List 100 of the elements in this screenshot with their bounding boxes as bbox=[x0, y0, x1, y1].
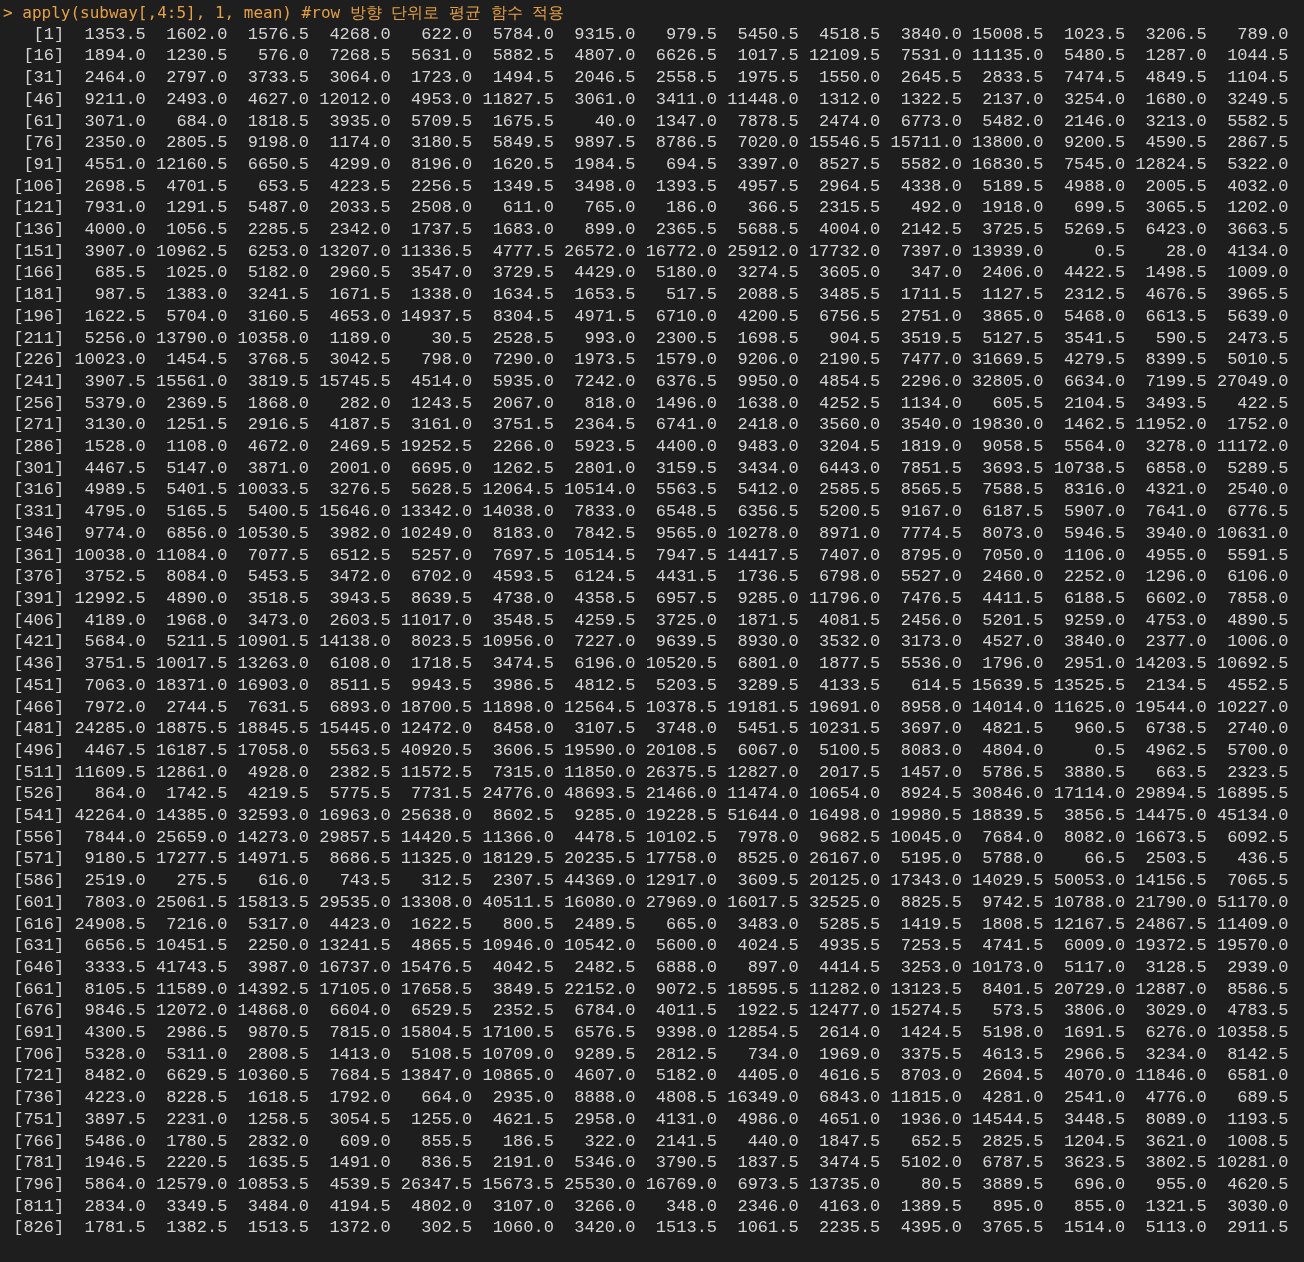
value-text: 3907.5 bbox=[83, 370, 146, 393]
value-text: 4795.0 bbox=[83, 501, 146, 523]
value-text: 9639.5 bbox=[654, 631, 718, 654]
value-text: 652.5 bbox=[909, 1130, 962, 1153]
value-text: 4962.5 bbox=[1144, 739, 1207, 762]
value-text: 605.5 bbox=[991, 392, 1044, 415]
value-text: 6801.0 bbox=[736, 653, 799, 675]
value-text: 4783.5 bbox=[1226, 1000, 1289, 1023]
row-index: [406] bbox=[12, 609, 65, 632]
row-index: [166] bbox=[12, 262, 65, 285]
value-text: 5536.0 bbox=[899, 653, 962, 675]
value-text: 19181.5 bbox=[726, 696, 799, 719]
value-text: 14014.0 bbox=[971, 696, 1044, 719]
value-text: 10692.5 bbox=[1215, 653, 1289, 675]
value-text: 10038.0 bbox=[73, 544, 146, 567]
value-text: 1189.0 bbox=[328, 327, 391, 350]
value-text: 26572.0 bbox=[563, 240, 636, 263]
value-text: 10358.0 bbox=[236, 327, 310, 350]
value-text: 3204.5 bbox=[818, 436, 881, 458]
value-text: 10023.0 bbox=[73, 349, 146, 371]
value-text: 9950.0 bbox=[736, 370, 799, 393]
value-text: 6784.0 bbox=[573, 1000, 636, 1023]
value-text: 18875.5 bbox=[155, 718, 228, 740]
value-text: 10514.5 bbox=[563, 544, 636, 567]
value-text: 5704.0 bbox=[165, 305, 228, 328]
value-text: 10278.0 bbox=[726, 522, 799, 545]
value-text: 13263.0 bbox=[236, 653, 310, 675]
value-text: 7851.5 bbox=[899, 457, 962, 480]
value-text: 9742.5 bbox=[981, 891, 1044, 914]
value-text: 15813.5 bbox=[236, 891, 310, 914]
value-text: 8105.5 bbox=[83, 978, 146, 1001]
value-text: 6798.0 bbox=[818, 566, 881, 588]
value-text: 16737.0 bbox=[318, 956, 391, 979]
value-text: 22152.0 bbox=[563, 978, 636, 1001]
value-text: 5468.0 bbox=[1062, 305, 1126, 328]
value-text: 6858.0 bbox=[1144, 457, 1207, 480]
value-text: 3840.0 bbox=[1062, 631, 1126, 654]
value-text: 4738.0 bbox=[491, 588, 554, 610]
value-text: 622.0 bbox=[420, 23, 473, 46]
value-text: 3609.5 bbox=[736, 870, 799, 892]
value-text: 3061.0 bbox=[573, 88, 636, 111]
value-text: 689.5 bbox=[1236, 1087, 1289, 1109]
value-text: 20125.0 bbox=[807, 870, 881, 892]
row-index: [91] bbox=[22, 153, 65, 176]
row-index: [61] bbox=[22, 110, 65, 133]
value-text: 2603.5 bbox=[328, 609, 391, 632]
value-text: 1106.0 bbox=[1062, 544, 1126, 567]
value-text: 2220.5 bbox=[165, 1152, 228, 1174]
value-text: 20729.0 bbox=[1052, 978, 1126, 1001]
value-text: 4134.0 bbox=[1226, 240, 1289, 263]
value-text: 4429.0 bbox=[573, 262, 636, 285]
value-text: 2104.5 bbox=[1062, 392, 1126, 415]
row-index: [571] bbox=[12, 848, 65, 871]
value-text: 960.5 bbox=[1073, 718, 1126, 740]
value-text: 5527.0 bbox=[899, 566, 962, 588]
value-text: 10530.5 bbox=[236, 522, 310, 545]
value-text: 1419.5 bbox=[899, 913, 962, 936]
value-text: 282.0 bbox=[338, 392, 391, 415]
value-text: 7631.5 bbox=[246, 696, 310, 719]
value-text: 4268.0 bbox=[328, 23, 391, 46]
value-text: 4590.5 bbox=[1144, 132, 1207, 154]
value-text: 19372.5 bbox=[1134, 935, 1207, 957]
value-text: 17100.5 bbox=[481, 1022, 554, 1044]
value-text: 9289.5 bbox=[573, 1043, 636, 1066]
value-text: 4953.0 bbox=[410, 88, 473, 111]
value-text: 3274.5 bbox=[736, 262, 799, 285]
row-index: [226] bbox=[12, 349, 65, 371]
command-line: > apply(subway[,4:5], 1, mean) #row 방향 단위로 평균 함수 적용 bbox=[3, 2, 565, 24]
value-text: 5482.0 bbox=[981, 110, 1044, 133]
value-text: 5379.0 bbox=[83, 392, 146, 415]
value-text: 11084.0 bbox=[155, 544, 228, 567]
value-text: 5198.0 bbox=[981, 1022, 1044, 1044]
value-text: 3606.5 bbox=[491, 739, 554, 762]
value-text: 4627.0 bbox=[246, 88, 310, 111]
value-text: 2017.5 bbox=[818, 761, 881, 784]
value-text: 3474.5 bbox=[818, 1152, 881, 1174]
value-text: 25659.0 bbox=[155, 826, 228, 849]
row-index: [31] bbox=[22, 67, 65, 89]
value-text: 7842.5 bbox=[573, 522, 636, 545]
value-text: 3725.5 bbox=[981, 219, 1044, 241]
value-text: 3519.5 bbox=[899, 327, 962, 350]
value-text: 1393.5 bbox=[654, 175, 718, 198]
value-text: 9211.0 bbox=[83, 88, 146, 111]
value-text: 7020.0 bbox=[736, 132, 799, 154]
value-text: 13525.5 bbox=[1052, 674, 1126, 697]
value-text: 5700.0 bbox=[1226, 739, 1289, 762]
value-text: 2540.0 bbox=[1226, 479, 1289, 502]
row-index: [511] bbox=[12, 761, 65, 784]
value-text: 1622.5 bbox=[83, 305, 146, 328]
value-text: 4957.5 bbox=[736, 175, 799, 198]
value-text: 9897.5 bbox=[573, 132, 636, 154]
value-text: 19252.5 bbox=[399, 436, 473, 458]
value-text: 11589.0 bbox=[155, 978, 228, 1001]
value-text: 836.5 bbox=[420, 1152, 473, 1174]
value-text: 12160.5 bbox=[155, 153, 228, 176]
value-text: 895.0 bbox=[991, 1195, 1044, 1218]
row-index: [286] bbox=[12, 436, 65, 458]
value-text: 3802.5 bbox=[1144, 1152, 1207, 1174]
value-text: 855.5 bbox=[420, 1130, 473, 1153]
value-text: 7065.5 bbox=[1226, 870, 1289, 892]
